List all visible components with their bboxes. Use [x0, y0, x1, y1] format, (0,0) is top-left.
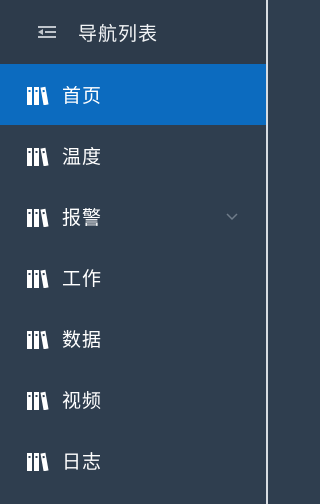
books-icon [25, 205, 50, 228]
books-icon [25, 83, 50, 106]
sidebar-item-temperature[interactable]: 温度 [0, 125, 266, 186]
sidebar-item-alarm[interactable]: 报警 [0, 186, 266, 247]
sidebar-item-home[interactable]: 首页 [0, 64, 266, 125]
menu-collapse-icon[interactable] [32, 25, 62, 39]
sidebar-item-log[interactable]: 日志 [0, 430, 266, 491]
sidebar-item-video[interactable]: 视频 [0, 369, 266, 430]
sidebar-item-label: 报警 [62, 207, 103, 229]
books-icon [25, 327, 50, 350]
sidebar-item-label: 工作 [62, 268, 103, 290]
sidebar-item-work[interactable]: 工作 [0, 247, 266, 308]
sidebar-title: 导航列表 [78, 22, 159, 45]
sidebar-item-label: 温度 [62, 146, 103, 168]
sidebar-header: 导航列表 [0, 0, 266, 64]
sidebar-item-label: 视频 [62, 390, 103, 412]
sidebar-item-data[interactable]: 数据 [0, 308, 266, 369]
sidebar-item-label: 数据 [62, 329, 103, 351]
books-icon [25, 266, 50, 289]
sidebar-menu: 首页 温度 报警 工作 数据 视频 日志 [0, 64, 266, 491]
sidebar-item-label: 首页 [62, 85, 103, 107]
books-icon [25, 388, 50, 411]
books-icon [25, 144, 50, 167]
sidebar-item-label: 日志 [62, 451, 103, 473]
sidebar: 导航列表 首页 温度 报警 工作 数据 视频 日志 [0, 0, 268, 504]
books-icon [25, 449, 50, 472]
chevron-down-icon[interactable] [226, 212, 238, 221]
